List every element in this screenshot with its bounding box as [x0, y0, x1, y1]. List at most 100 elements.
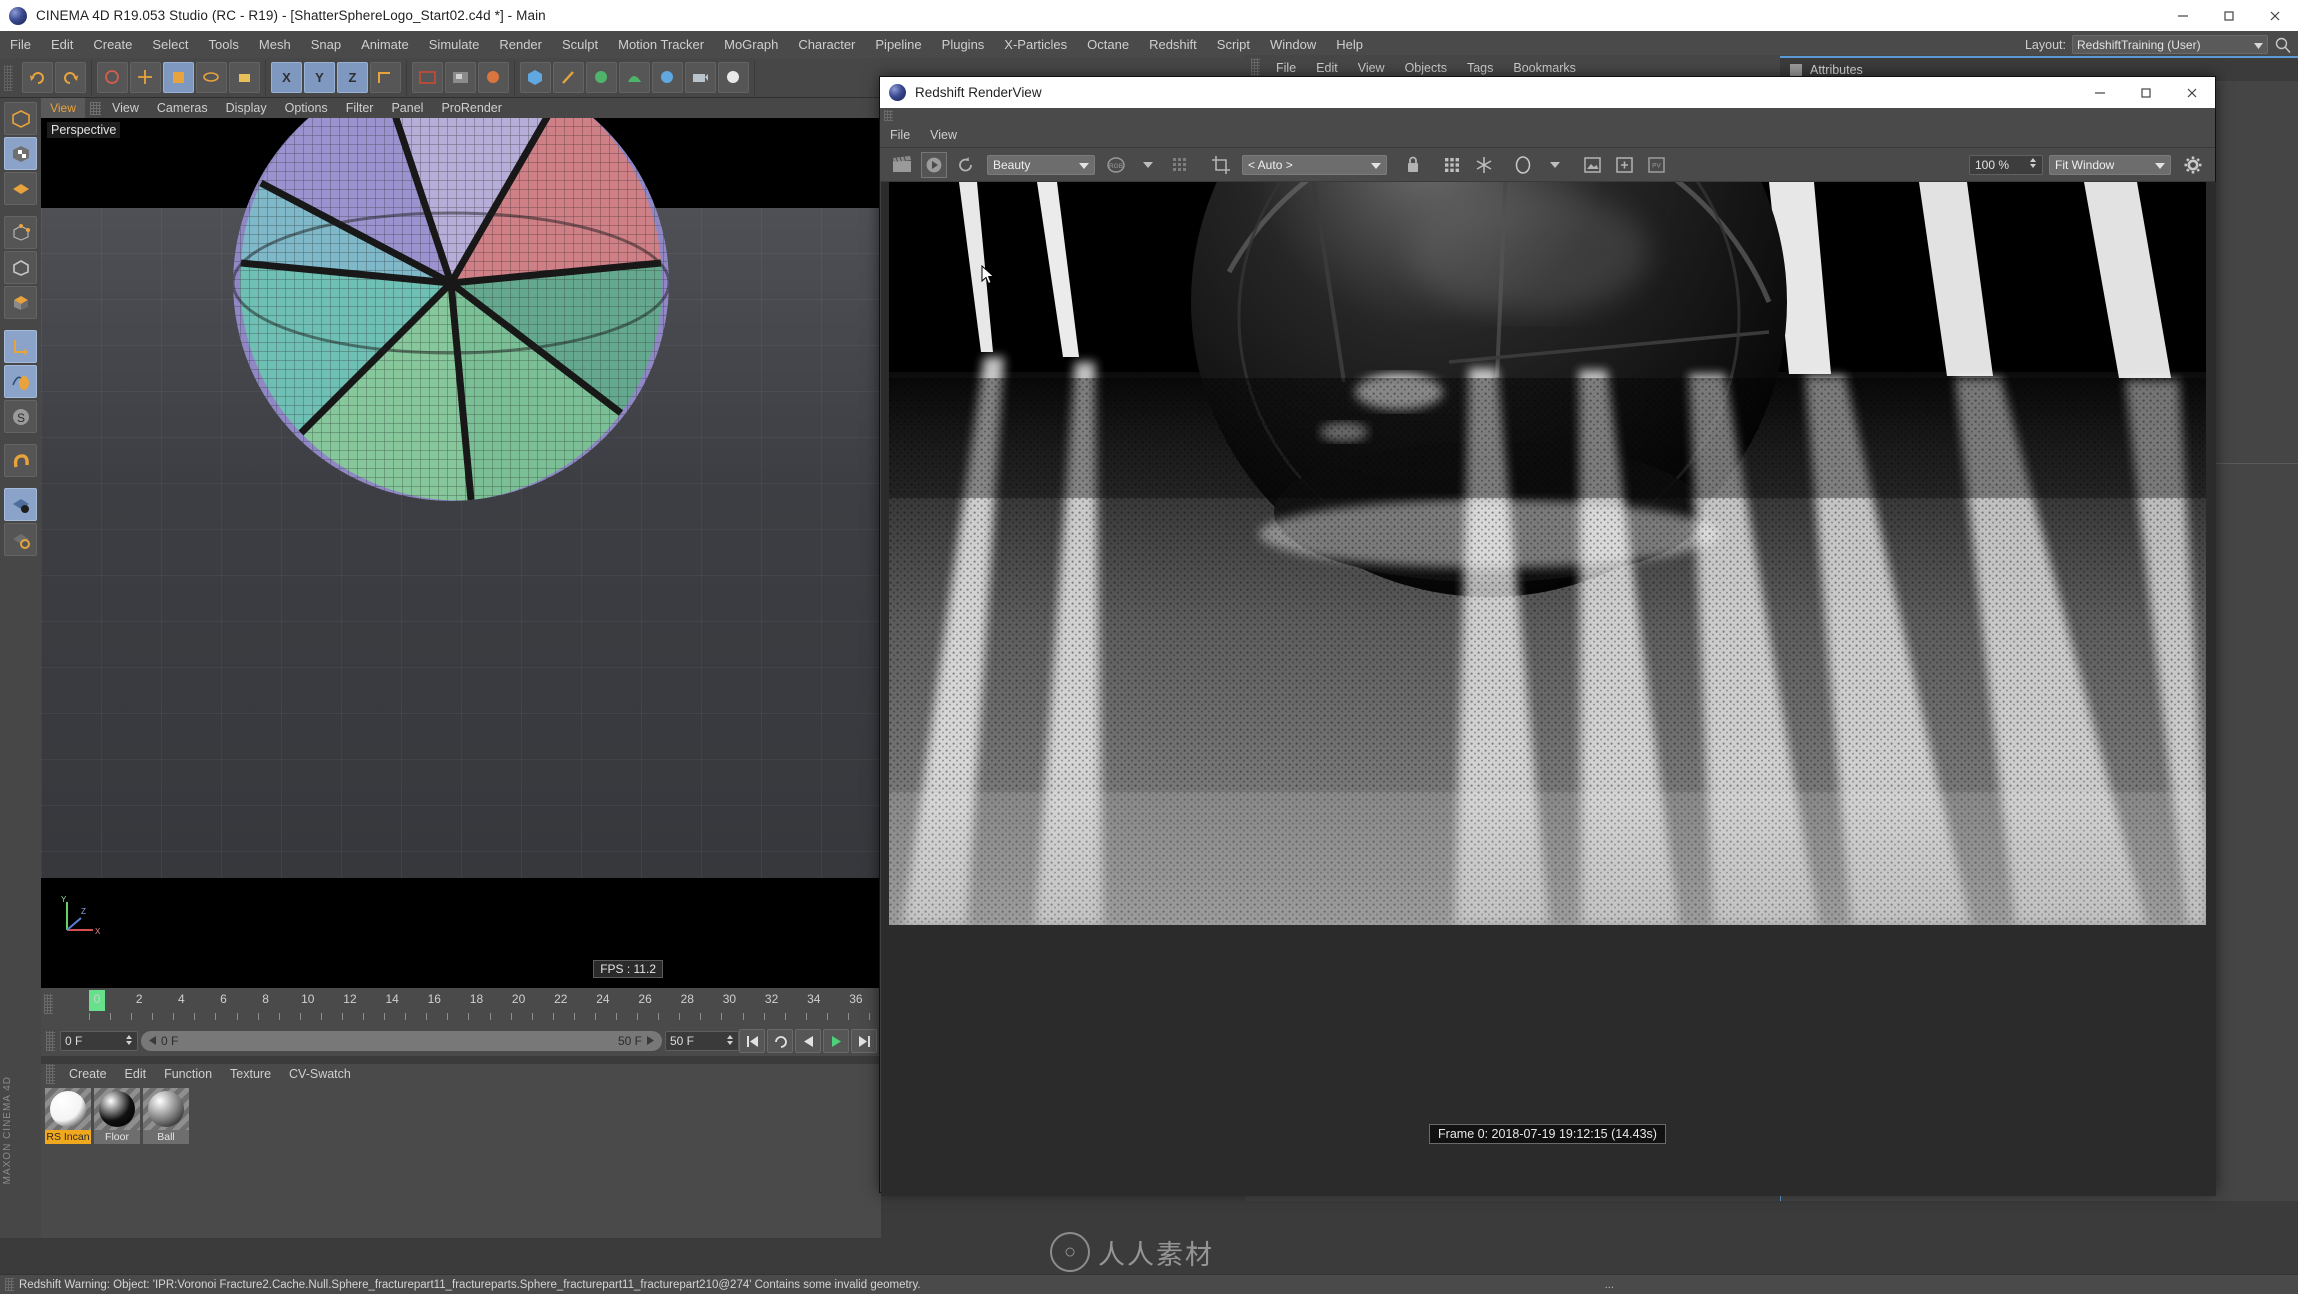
lock-z-icon[interactable]: Z — [337, 62, 368, 93]
timeline-ruler[interactable]: 0 2 4 6 8 10 12 14 16 18 20 22 24 26 28 30 32 34 36 — [41, 988, 881, 1026]
menu-item-script[interactable]: Script — [1207, 31, 1260, 58]
menu-item-file[interactable]: File — [1266, 61, 1306, 75]
viewport-tab[interactable]: View — [41, 98, 85, 118]
material-thumbnail[interactable] — [45, 1088, 91, 1130]
menu-item-function[interactable]: Function — [155, 1067, 221, 1081]
crop-region-icon[interactable] — [1208, 152, 1234, 178]
rgb-channel-icon[interactable]: RGB — [1103, 152, 1129, 178]
coordinate-system-icon[interactable] — [370, 62, 401, 93]
render-region-icon[interactable] — [445, 62, 476, 93]
menu-item-simulate[interactable]: Simulate — [419, 31, 490, 58]
object-axis-icon[interactable] — [4, 330, 37, 363]
status-bar-grip[interactable] — [5, 1278, 14, 1291]
material-menu-grip[interactable] — [46, 1064, 55, 1084]
status-more[interactable]: ... — [1605, 1279, 1614, 1291]
menu-item-window[interactable]: Window — [1260, 31, 1326, 58]
material-item[interactable]: RS Incan — [45, 1088, 91, 1144]
add-snapshot-icon[interactable] — [1611, 152, 1637, 178]
renderview-grip[interactable] — [884, 110, 893, 121]
snap-toggle-icon[interactable]: S — [4, 400, 37, 433]
toolbar-grip[interactable] — [4, 64, 13, 91]
menu-item-cv-swatch[interactable]: CV-Swatch — [280, 1067, 360, 1081]
cube-primitive-icon[interactable] — [520, 62, 551, 93]
menu-item-pipeline[interactable]: Pipeline — [865, 31, 931, 58]
go-to-end-icon[interactable] — [851, 1029, 877, 1053]
generator-icon[interactable] — [586, 62, 617, 93]
menu-item-animate[interactable]: Animate — [351, 31, 419, 58]
menu-item-edit[interactable]: Edit — [116, 1067, 156, 1081]
go-to-start-icon[interactable] — [739, 1029, 765, 1053]
viewport-solo-icon[interactable] — [4, 365, 37, 398]
make-editable-icon[interactable] — [4, 102, 37, 135]
channel-dropdown-arrow[interactable] — [1135, 152, 1161, 178]
menu-item-motion-tracker[interactable]: Motion Tracker — [608, 31, 714, 58]
lock-y-icon[interactable]: Y — [304, 62, 335, 93]
menu-item-view[interactable]: View — [1348, 61, 1395, 75]
fit-mode-dropdown[interactable]: Fit Window — [2049, 154, 2171, 175]
menu-item-options[interactable]: Options — [276, 101, 337, 115]
spinner-icon-zoom[interactable] — [2029, 157, 2037, 172]
move-tool-icon[interactable] — [130, 62, 161, 93]
menu-item-octane[interactable]: Octane — [1077, 31, 1139, 58]
light-icon[interactable] — [718, 62, 749, 93]
renderview-close-icon[interactable] — [2169, 77, 2215, 108]
renderview-titlebar[interactable]: Redshift RenderView — [880, 77, 2215, 108]
menu-item-prorender[interactable]: ProRender — [432, 101, 510, 115]
grid-icon[interactable] — [1439, 152, 1465, 178]
loop-icon[interactable] — [767, 1029, 793, 1053]
play-forward-icon[interactable] — [823, 1029, 849, 1053]
lock-x-icon[interactable]: X — [271, 62, 302, 93]
edges-mode-icon[interactable] — [4, 251, 37, 284]
menu-item-view[interactable]: View — [920, 128, 967, 142]
menu-item-mograph[interactable]: MoGraph — [714, 31, 788, 58]
aov-dropdown[interactable]: Beauty — [987, 154, 1095, 175]
render-clapper-icon[interactable] — [889, 152, 915, 178]
menu-item-edit[interactable]: Edit — [41, 31, 83, 58]
object-menu-grip[interactable] — [1251, 58, 1260, 78]
camera-icon[interactable] — [685, 62, 716, 93]
minimize-icon[interactable] — [2160, 0, 2206, 31]
undo-icon[interactable] — [22, 62, 53, 93]
menu-item-plugins[interactable]: Plugins — [932, 31, 995, 58]
model-mode-icon[interactable] — [4, 137, 37, 170]
menu-item-edit[interactable]: Edit — [1306, 61, 1348, 75]
menu-item-mesh[interactable]: Mesh — [249, 31, 301, 58]
right-arrow-icon[interactable] — [646, 1034, 654, 1048]
end-frame-field[interactable]: 50 F — [665, 1031, 739, 1051]
rendered-image[interactable] — [889, 182, 2206, 925]
redshift-renderview-window[interactable]: Redshift RenderView File View Beauty RGB… — [879, 76, 2216, 1196]
texture-mode-icon[interactable] — [4, 172, 37, 205]
material-item[interactable]: Floor — [94, 1088, 140, 1144]
menu-item-cameras[interactable]: Cameras — [148, 101, 217, 115]
region-dropdown[interactable]: < Auto > — [1242, 154, 1387, 175]
workplane-align-icon[interactable] — [4, 523, 37, 556]
render-settings-icon[interactable] — [478, 62, 509, 93]
maximize-icon[interactable] — [2206, 0, 2252, 31]
material-thumbnail[interactable] — [94, 1088, 140, 1130]
scale-tool-icon[interactable] — [163, 62, 194, 93]
menu-item-filter[interactable]: Filter — [337, 101, 383, 115]
renderview-maximize-icon[interactable] — [2123, 77, 2169, 108]
menu-item-render[interactable]: Render — [489, 31, 552, 58]
menu-item-file[interactable]: File — [0, 31, 41, 58]
menu-item-redshift[interactable]: Redshift — [1139, 31, 1207, 58]
spinner-icon-2[interactable] — [726, 1034, 734, 1049]
snowflake-icon[interactable] — [1471, 152, 1497, 178]
world-axis-icon[interactable] — [229, 62, 260, 93]
points-mode-icon[interactable] — [4, 216, 37, 249]
menu-item-sculpt[interactable]: Sculpt — [552, 31, 608, 58]
lock-icon[interactable] — [1400, 152, 1426, 178]
magnet-tool-icon[interactable] — [4, 444, 37, 477]
circle-icon[interactable] — [1510, 152, 1536, 178]
menu-item-help[interactable]: Help — [1326, 31, 1373, 58]
spline-pen-icon[interactable] — [553, 62, 584, 93]
gear-icon[interactable] — [2180, 152, 2206, 178]
menu-item-objects[interactable]: Objects — [1395, 61, 1457, 75]
menu-item-tags[interactable]: Tags — [1457, 61, 1503, 75]
material-name[interactable]: RS Incan — [45, 1130, 91, 1144]
menu-item-tools[interactable]: Tools — [199, 31, 249, 58]
workplane-lock-icon[interactable] — [4, 488, 37, 521]
close-icon[interactable] — [2252, 0, 2298, 31]
menu-item-view[interactable]: View — [103, 101, 148, 115]
menu-item-display[interactable]: Display — [217, 101, 276, 115]
